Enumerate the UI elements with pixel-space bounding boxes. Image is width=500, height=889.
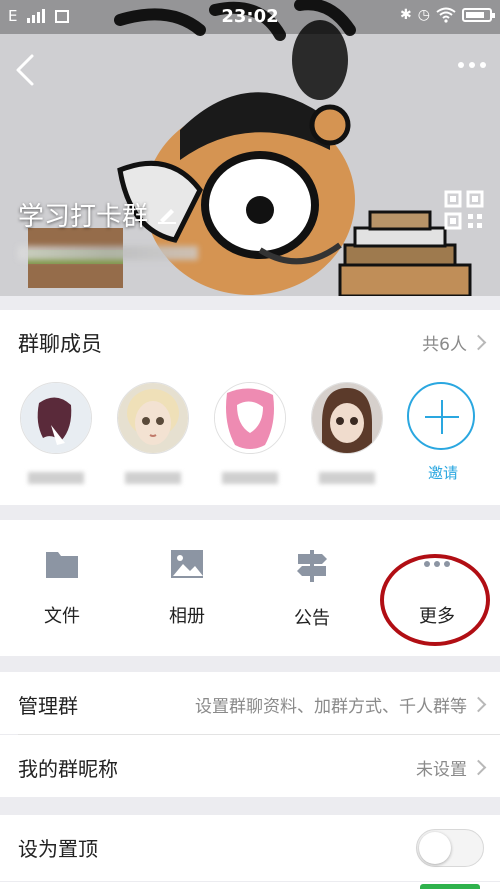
avatar [117, 382, 189, 454]
tool-label: 公告 [294, 608, 330, 629]
invite-button[interactable]: 邀请 [407, 382, 479, 483]
manage-group-value: 设置群聊资料、加群方式、千人群等 [195, 697, 467, 717]
status-bar: E 23:02 ✱ ◷ [0, 0, 500, 34]
qr-code-icon[interactable] [444, 190, 484, 230]
pin-top-label: 设为置顶 [18, 837, 98, 861]
pin-top-row: 设为置顶 [0, 815, 500, 881]
alarm-icon: ◷ [417, 7, 430, 23]
my-nickname-value: 未设置 [416, 760, 467, 780]
avatar [311, 382, 383, 454]
member-count: 共6人 [422, 335, 467, 355]
wifi-icon [436, 7, 456, 23]
signpost-icon [297, 550, 327, 582]
next-toggle-peek[interactable] [420, 884, 480, 889]
folder-icon [46, 552, 78, 578]
invite-label: 邀请 [427, 464, 458, 482]
group-id-blurred [18, 246, 198, 260]
member-avatar-item[interactable] [117, 382, 189, 484]
pencil-icon[interactable] [156, 206, 178, 224]
member-avatar-item[interactable] [214, 382, 286, 484]
my-nickname-row[interactable]: 我的群昵称 未设置 [0, 735, 500, 797]
members-title: 群聊成员 [18, 332, 102, 356]
chevron-right-icon [470, 334, 487, 351]
tool-announcement[interactable]: 公告 [267, 548, 357, 630]
plus-icon [407, 382, 475, 450]
avatar [214, 382, 286, 454]
image-icon [171, 550, 203, 578]
manage-group-label: 管理群 [18, 694, 78, 718]
tool-album[interactable]: 相册 [142, 548, 232, 628]
highlight-annotation-circle [380, 554, 490, 646]
chevron-right-icon [470, 759, 487, 776]
battery-icon [462, 8, 495, 22]
back-arrow-icon[interactable] [12, 52, 40, 88]
bluetooth-icon: ✱ [400, 7, 412, 23]
member-avatar-item[interactable] [20, 382, 92, 484]
member-name-blurred [125, 472, 181, 484]
tool-files[interactable]: 文件 [17, 548, 107, 628]
more-dots-icon[interactable] [458, 62, 486, 68]
pin-top-toggle[interactable] [416, 829, 484, 867]
manage-group-row[interactable]: 管理群 设置群聊资料、加群方式、千人群等 [0, 672, 500, 734]
member-avatar-item[interactable] [311, 382, 383, 484]
avatar [20, 382, 92, 454]
members-section: 群聊成员 共6人 邀请 [0, 310, 500, 505]
my-nickname-label: 我的群昵称 [18, 757, 118, 781]
group-name: 学习打卡群 [18, 202, 149, 232]
tool-label: 相册 [169, 606, 205, 627]
member-name-blurred [28, 472, 84, 484]
chevron-right-icon [470, 696, 487, 713]
member-name-blurred [222, 472, 278, 484]
tool-label: 文件 [44, 606, 80, 627]
group-name-block[interactable]: 学习打卡群 [18, 196, 178, 233]
member-name-blurred [319, 472, 375, 484]
group-header: E 23:02 ✱ ◷ 学习打卡群 [0, 0, 500, 296]
member-count-link[interactable]: 共6人 [422, 330, 487, 355]
